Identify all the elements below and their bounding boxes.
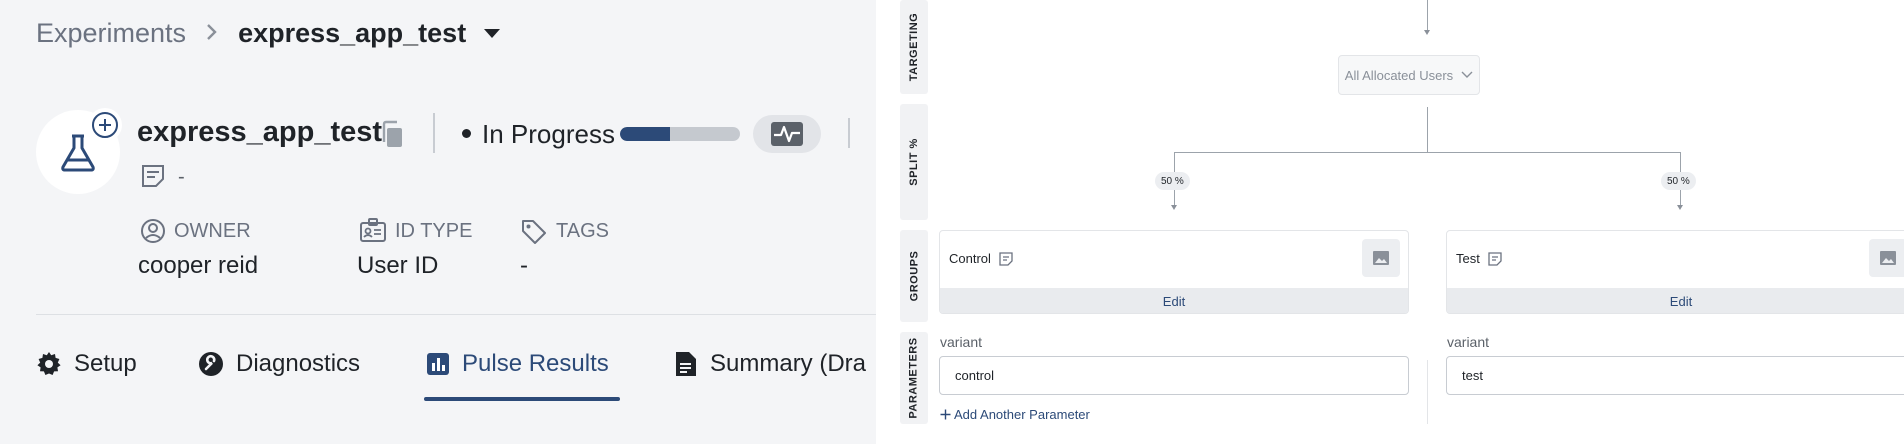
tab-setup[interactable]: Setup: [36, 350, 137, 378]
stage-targeting-label: TARGETING: [908, 12, 920, 82]
add-parameter-label: Add Another Parameter: [954, 407, 1090, 422]
breadcrumb: Experiments express_app_test: [36, 18, 501, 49]
edit-control-button[interactable]: Edit: [940, 288, 1408, 313]
stage-parameters-label: PARAMETERS: [908, 337, 921, 419]
chevron-right-icon: [206, 21, 218, 47]
plus-icon: [940, 409, 951, 420]
tag-icon: [522, 220, 546, 244]
user-circle-icon: [141, 219, 165, 243]
experiment-title: express_app_test: [137, 116, 383, 148]
parameter-column-divider: [1427, 360, 1428, 424]
param-input-control[interactable]: [939, 356, 1409, 395]
health-check-button[interactable]: [753, 115, 821, 153]
caret-down-icon[interactable]: [484, 29, 501, 38]
tags-label: TAGS: [520, 218, 609, 244]
group-card-test: Test Edit: [1446, 230, 1904, 314]
allocation-label: All Allocated Users: [1344, 67, 1454, 83]
id-type-label-text: ID TYPE: [395, 219, 473, 242]
id-type-value: User ID: [357, 252, 439, 279]
tags-value: -: [520, 252, 528, 279]
note-icon[interactable]: [1488, 251, 1502, 266]
allocation-dropdown[interactable]: All Allocated Users: [1338, 55, 1480, 95]
group-card-control: Control Edit: [939, 230, 1409, 314]
connector-split: [1174, 152, 1681, 153]
experiment-flow-panel: TARGETING SPLIT % GROUPS PARAMETERS All …: [876, 0, 1904, 444]
tab-summary[interactable]: Summary (Dra: [674, 350, 866, 378]
arrow-down-icon: [1424, 30, 1430, 35]
description-icon[interactable]: [140, 163, 166, 194]
tags-label-text: TAGS: [556, 219, 609, 242]
stage-groups-label: GROUPS: [908, 250, 920, 302]
tab-summary-label: Summary (Dra: [710, 350, 867, 377]
stage-groups: GROUPS: [900, 230, 928, 322]
tab-pulse-results[interactable]: Pulse Results: [426, 350, 609, 378]
image-icon: [1373, 251, 1389, 265]
connector-mid: [1427, 107, 1428, 152]
chevron-down-icon: [1461, 71, 1473, 78]
group-image-control[interactable]: [1362, 239, 1400, 277]
owner-label: OWNER: [140, 218, 251, 244]
header-divider: [433, 113, 435, 153]
id-card-icon: [360, 218, 386, 242]
image-icon: [1880, 251, 1896, 265]
stage-split-label: SPLIT %: [908, 138, 921, 186]
status-label: In Progress: [482, 119, 615, 149]
stage-split: SPLIT %: [900, 104, 928, 220]
experiment-progress-bar: [620, 127, 740, 141]
stage-targeting: TARGETING: [900, 0, 928, 94]
stage-parameters: PARAMETERS: [900, 332, 928, 424]
group-name-test: Test: [1456, 251, 1480, 266]
group-name-control: Control: [949, 251, 991, 266]
split-test[interactable]: 50 %: [1661, 172, 1696, 190]
param-input-test[interactable]: [1446, 356, 1904, 395]
copy-icon[interactable]: [380, 120, 406, 155]
header-divider-2: [848, 118, 850, 148]
breadcrumb-experiments-link[interactable]: Experiments: [36, 18, 186, 49]
group-header-test: Test: [1456, 251, 1502, 266]
gear-icon: [37, 352, 61, 375]
tab-pulse-results-label: Pulse Results: [462, 350, 609, 377]
experiment-header-panel: Experiments express_app_test express_app…: [0, 0, 876, 444]
tab-setup-label: Setup: [74, 350, 137, 377]
active-tab-indicator: [424, 397, 620, 401]
add-avatar-icon[interactable]: [88, 108, 122, 142]
add-parameter-button[interactable]: Add Another Parameter: [940, 407, 1090, 422]
note-icon[interactable]: [999, 251, 1013, 266]
split-control[interactable]: 50 %: [1155, 172, 1190, 190]
param-label-control: variant: [940, 334, 983, 350]
connector-top: [1427, 0, 1428, 30]
tab-diagnostics-label: Diagnostics: [236, 350, 361, 377]
wrench-icon: [199, 352, 223, 376]
breadcrumb-current: express_app_test: [238, 18, 467, 48]
owner-label-text: OWNER: [174, 219, 251, 242]
document-icon: [676, 352, 696, 376]
experiment-description: -: [178, 166, 185, 188]
owner-value: cooper reid: [138, 252, 259, 279]
group-image-test[interactable]: [1869, 239, 1904, 277]
bar-chart-icon: [427, 353, 449, 375]
edit-test-button[interactable]: Edit: [1447, 288, 1904, 313]
progress-fill: [620, 127, 671, 141]
section-divider: [36, 314, 876, 315]
group-header-control: Control: [949, 251, 1013, 266]
tab-diagnostics[interactable]: Diagnostics: [198, 350, 360, 378]
status-dot: [462, 129, 471, 138]
param-label-test: variant: [1447, 334, 1490, 350]
arrow-down-icon: [1677, 205, 1683, 210]
pulse-icon: [771, 122, 803, 146]
id-type-label: ID TYPE: [359, 218, 472, 244]
arrow-down-icon: [1171, 205, 1177, 210]
